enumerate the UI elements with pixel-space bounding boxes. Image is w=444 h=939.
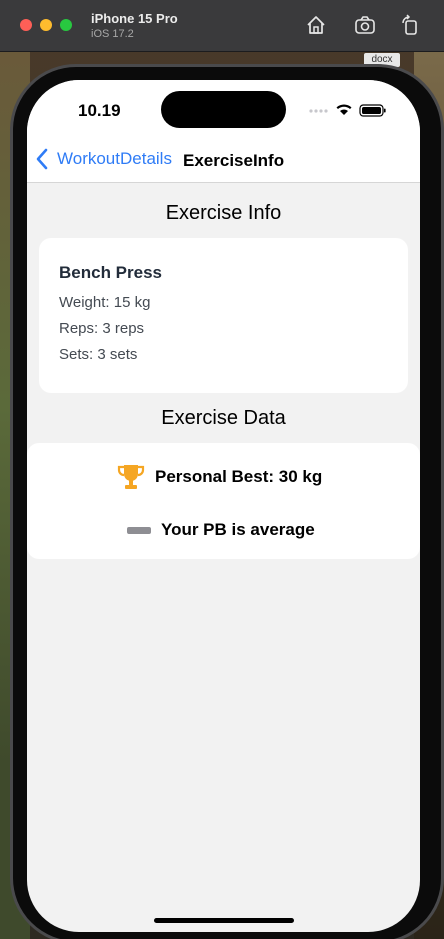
battery-icon	[359, 104, 386, 117]
exercise-info-heading: Exercise Info	[165, 202, 282, 224]
status-bar: 10.19	[27, 80, 420, 136]
home-icon[interactable]	[305, 14, 327, 36]
simulator-titlebar: iPhone 15 Pro iOS 17.2	[0, 0, 444, 52]
trophy-icon	[117, 465, 145, 489]
wifi-icon	[336, 104, 352, 115]
page-title: ExerciseInfo	[183, 151, 285, 170]
dynamic-island	[161, 91, 286, 128]
rotate-icon[interactable]	[399, 14, 421, 36]
exercise-data-card: Personal Best: 30 kg Your PB is average	[27, 443, 420, 559]
exercise-info-card: Bench Press Weight: 15 kg Reps: 3 reps S…	[39, 238, 408, 393]
back-button-label: WorkoutDetails	[57, 149, 172, 168]
minus-icon	[127, 526, 151, 534]
screenshot-icon[interactable]	[354, 14, 376, 36]
home-indicator[interactable]	[154, 918, 294, 923]
exercise-sets: Sets: 3 sets	[59, 346, 138, 363]
exercise-data-heading: Exercise Data	[161, 407, 286, 429]
status-time: 10.19	[78, 101, 121, 120]
iphone-screen: 10.19 WorkoutDetails ExerciseInfo Exerci…	[27, 80, 420, 932]
status-icons	[309, 104, 386, 117]
minimize-window-button[interactable]	[40, 19, 52, 31]
pb-rating-row: Your PB is average	[127, 519, 315, 541]
exercise-weight: Weight: 15 kg	[59, 294, 151, 311]
chevron-left-icon	[36, 148, 48, 170]
zoom-window-button[interactable]	[60, 19, 72, 31]
device-name: iPhone 15 Pro	[91, 11, 178, 26]
exercise-name: Bench Press	[59, 263, 162, 282]
signal-dots-icon	[309, 109, 328, 113]
personal-best-text: Personal Best: 30 kg	[155, 467, 323, 486]
close-window-button[interactable]	[20, 19, 32, 31]
personal-best-row: Personal Best: 30 kg	[115, 461, 322, 493]
exercise-reps: Reps: 3 reps	[59, 320, 145, 337]
back-button[interactable]: WorkoutDetails	[35, 146, 172, 172]
os-version: iOS 17.2	[91, 28, 134, 40]
pb-rating-text: Your PB is average	[161, 520, 315, 539]
navigation-bar: WorkoutDetails ExerciseInfo	[27, 136, 420, 183]
